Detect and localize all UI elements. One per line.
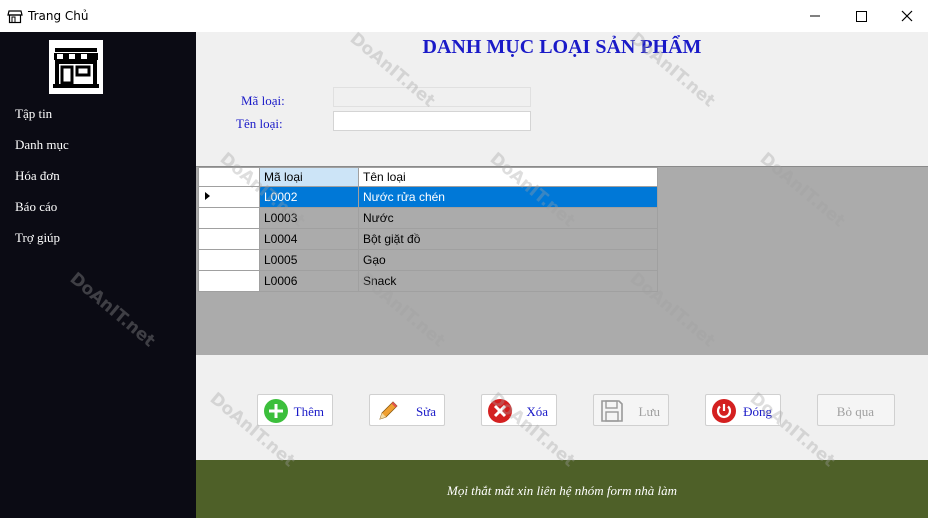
store-app-icon: [7, 10, 23, 24]
ma-loai-label: Mã loại:: [241, 93, 285, 108]
ten-loai-input[interactable]: [333, 111, 531, 131]
save-icon: [601, 400, 623, 422]
them-button[interactable]: Thêm: [257, 394, 333, 426]
xoa-label: Xóa: [526, 404, 548, 419]
table-row[interactable]: L0004 Bột giặt đồ: [198, 228, 658, 250]
category-table: Mã loại Tên loại L0002 Nước rửa chén L00…: [198, 167, 658, 292]
maximize-button[interactable]: [838, 0, 884, 32]
them-label: Thêm: [293, 404, 324, 419]
row-header[interactable]: [198, 228, 260, 250]
menu-hoa-don[interactable]: Hóa đơn: [15, 168, 60, 184]
table-header-row: Mã loại Tên loại: [198, 167, 658, 187]
row-header[interactable]: [198, 270, 260, 292]
cell-ten-loai[interactable]: Nước rửa chén: [358, 186, 658, 208]
column-header-ma-loai[interactable]: Mã loại: [259, 167, 359, 187]
bo-qua-label: Bỏ qua: [836, 404, 874, 419]
cell-ten-loai[interactable]: Gạo: [358, 249, 658, 271]
table-row[interactable]: L0003 Nước: [198, 207, 658, 229]
cell-ma-loai[interactable]: L0004: [259, 228, 359, 250]
footer: Mọi thắt mắt xin liên hệ nhóm form nhà l…: [196, 460, 928, 518]
product-category-form: DANH MỤC LOẠI SẢN PHẨM Mã loại: Tên loại…: [196, 32, 928, 166]
ten-loai-label: Tên loại:: [236, 116, 283, 131]
table-row[interactable]: L0002 Nước rửa chén: [198, 186, 658, 208]
minimize-button[interactable]: [792, 0, 838, 32]
row-header-corner: [198, 167, 260, 187]
minimize-icon: [810, 15, 820, 17]
cell-ten-loai[interactable]: Nước: [358, 207, 658, 229]
xoa-button[interactable]: Xóa: [481, 394, 557, 426]
page-title: DANH MỤC LOẠI SẢN PHẨM: [422, 36, 702, 58]
table-row[interactable]: L0006 Snack: [198, 270, 658, 292]
cell-ma-loai[interactable]: L0005: [259, 249, 359, 271]
sua-label: Sửa: [415, 404, 436, 419]
sua-button[interactable]: Sửa: [369, 394, 445, 426]
row-header[interactable]: [198, 207, 260, 229]
row-header[interactable]: [198, 186, 260, 208]
luu-label: Lưu: [638, 404, 661, 419]
delete-icon: [488, 399, 512, 423]
add-icon: [264, 399, 288, 423]
column-header-ten-loai[interactable]: Tên loại: [358, 167, 658, 187]
ma-loai-input[interactable]: [333, 87, 531, 107]
power-icon: [712, 399, 736, 423]
data-grid-area: Mã loại Tên loại L0002 Nước rửa chén L00…: [196, 166, 928, 356]
window-title: Trang Chủ: [28, 9, 89, 23]
table-row[interactable]: L0005 Gạo: [198, 249, 658, 271]
dong-label: Đóng: [743, 404, 772, 419]
footer-text: Mọi thắt mắt xin liên hệ nhóm form nhà l…: [446, 483, 677, 498]
cell-ten-loai[interactable]: Bột giặt đồ: [358, 228, 658, 250]
store-logo: [49, 40, 103, 94]
menu-tap-tin[interactable]: Tập tin: [15, 106, 52, 122]
sidebar: Tập tin Danh mục Hóa đơn Báo cáo Trợ giú…: [0, 32, 196, 518]
action-bar: Thêm Sửa Xóa Lưu Đóng Bỏ qua: [196, 355, 928, 460]
current-row-arrow-icon: [205, 192, 210, 200]
cell-ma-loai[interactable]: L0002: [259, 186, 359, 208]
cell-ten-loai[interactable]: Snack: [358, 270, 658, 292]
luu-button[interactable]: Lưu: [593, 394, 669, 426]
close-button[interactable]: [884, 0, 928, 32]
menu-bao-cao[interactable]: Báo cáo: [15, 199, 57, 215]
cell-ma-loai[interactable]: L0006: [259, 270, 359, 292]
title-bar: Trang Chủ: [0, 0, 928, 32]
maximize-icon: [856, 11, 867, 22]
dong-button[interactable]: Đóng: [705, 394, 781, 426]
bo-qua-button[interactable]: Bỏ qua: [817, 394, 895, 426]
menu-tro-giup[interactable]: Trợ giúp: [15, 230, 60, 246]
store-icon: [53, 48, 99, 88]
close-icon: [901, 10, 913, 22]
row-header[interactable]: [198, 249, 260, 271]
cell-ma-loai[interactable]: L0003: [259, 207, 359, 229]
menu-danh-muc[interactable]: Danh mục: [15, 137, 69, 153]
pencil-icon: [379, 401, 398, 420]
